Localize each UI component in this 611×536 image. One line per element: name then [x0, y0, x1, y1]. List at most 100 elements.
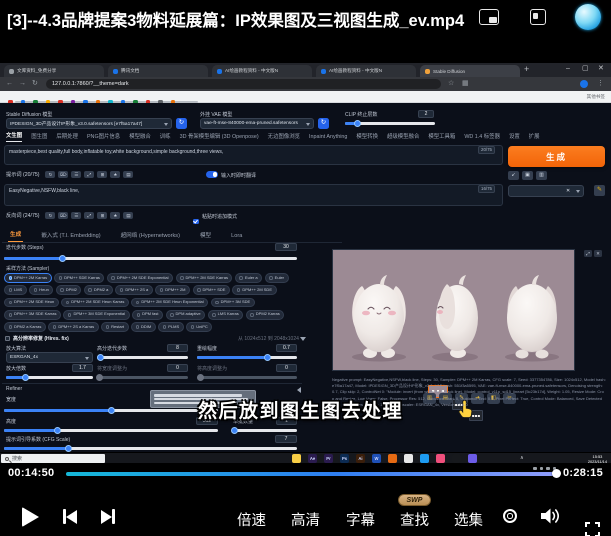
sampler-option[interactable]: DPM adaptive: [166, 310, 206, 320]
nav-tab[interactable]: 训练: [160, 132, 171, 142]
generation-tab[interactable]: 超网络 (Hypernetworks): [119, 228, 182, 242]
speed-button[interactable]: 倍速: [237, 509, 266, 530]
miniplayer-icon[interactable]: [530, 9, 546, 25]
sampler-option[interactable]: PLMS: [158, 322, 183, 332]
denoise-slider[interactable]: [197, 356, 297, 359]
cfg-value[interactable]: 7: [275, 435, 297, 443]
generate-mini-icon[interactable]: ▥: [536, 171, 547, 180]
sampler-option[interactable]: DPM++ 3M SDE: [211, 298, 255, 308]
browser-tab[interactable]: AI绘画教程资料 - 中文版N: [316, 65, 416, 77]
preview-corner-icon[interactable]: ⤢: [584, 250, 592, 257]
vae-dropdown[interactable]: vae-ft-mse-840000-ema-pruned.safetensors: [200, 118, 314, 129]
previous-episode-button[interactable]: [63, 509, 77, 524]
loop-icon[interactable]: [503, 509, 517, 523]
refiner-collapse-icon[interactable]: [297, 387, 301, 393]
sampler-option[interactable]: Euler a: [235, 273, 262, 283]
clip-skip-slider[interactable]: [345, 122, 435, 125]
negative-tool-icon[interactable]: ★: [110, 212, 120, 220]
prompt-tool-icon[interactable]: ⌦: [58, 171, 68, 179]
upscale-by-slider[interactable]: [6, 376, 93, 379]
taskbar-app-icon[interactable]: [468, 454, 477, 463]
forward-icon[interactable]: →: [19, 78, 26, 90]
generation-tab[interactable]: 嵌入式 (T.I. Embedding): [39, 228, 102, 242]
steps-slider[interactable]: [4, 257, 297, 260]
generation-tab[interactable]: Lora: [229, 230, 244, 242]
prompt-tool-icon[interactable]: ☰: [71, 171, 81, 179]
nav-tab[interactable]: PNG图片信息: [87, 132, 120, 142]
width-slider[interactable]: [4, 409, 218, 412]
styles-dropdown[interactable]: ✕: [508, 185, 584, 197]
nav-tab[interactable]: 图生图: [31, 132, 47, 142]
bookmark-star-icon[interactable]: ☆: [448, 78, 454, 90]
sampler-option[interactable]: LMS: [4, 285, 27, 295]
sampler-option[interactable]: DPM++ 3M SDE Exponential: [63, 310, 129, 320]
hires-checkbox[interactable]: [5, 336, 10, 341]
taskbar-app-icon[interactable]: [292, 454, 301, 463]
resize-height-value[interactable]: 0: [276, 364, 297, 372]
denoise-value[interactable]: 0.7: [276, 344, 297, 352]
resize-height-slider[interactable]: [197, 376, 297, 379]
nav-tab[interactable]: 后期处理: [56, 132, 78, 142]
profile-icon[interactable]: [580, 80, 588, 88]
generated-image[interactable]: [332, 249, 575, 371]
prompt-tool-icon[interactable]: ⊞: [97, 171, 107, 179]
nav-tab[interactable]: 超级模型融合: [387, 132, 419, 142]
nav-tab[interactable]: 模型融合: [129, 132, 151, 142]
maximize-icon[interactable]: ▢: [582, 65, 589, 73]
cfg-slider[interactable]: [4, 447, 297, 450]
taskbar-app-icon[interactable]: [452, 454, 461, 463]
sampler-option[interactable]: DDIM: [131, 322, 156, 332]
prompt-tool-icon[interactable]: ▤: [123, 171, 133, 179]
negative-tool-icon[interactable]: ☰: [71, 212, 81, 220]
taskbar-app-icon[interactable]: W: [372, 454, 381, 463]
sampler-option[interactable]: Restart: [101, 322, 128, 332]
new-tab-button[interactable]: +: [524, 65, 529, 74]
browser-tab[interactable]: 腾讯文档: [108, 65, 208, 77]
resize-width-value[interactable]: 0: [167, 364, 188, 372]
generate-mini-icon[interactable]: ↙: [508, 171, 519, 180]
taskbar-app-icon[interactable]: [420, 454, 429, 463]
sampler-option[interactable]: DPM++ 2M SDE Heun Exponential: [131, 298, 208, 308]
sampler-option[interactable]: DPM++ SDE: [193, 285, 230, 295]
hires-collapse-icon[interactable]: [300, 337, 306, 341]
taskbar-app-icon[interactable]: [436, 454, 445, 463]
sampler-option[interactable]: DPM++ 2M SDE: [232, 285, 276, 295]
sampler-option[interactable]: UniPC: [186, 322, 212, 332]
sampler-option[interactable]: DPM++ 2S a: [115, 285, 152, 295]
negative-prompt-textarea[interactable]: EasyNegative,NSFW,black line,: [4, 184, 503, 206]
taskbar-search[interactable]: 搜索: [1, 454, 105, 463]
taskbar-app-icon[interactable]: Ps: [340, 454, 349, 463]
sampler-option[interactable]: DPM2 a Karras: [4, 322, 46, 332]
generation-tab[interactable]: 生成: [8, 227, 23, 242]
browser-tab[interactable]: Stable Diffusion: [420, 65, 520, 77]
fullscreen-icon[interactable]: [585, 522, 600, 536]
extensions-icon[interactable]: ▦: [462, 78, 469, 90]
taskbar-clock[interactable]: 15:53 2023/11/14: [588, 454, 607, 465]
batch-size-slider[interactable]: [233, 429, 297, 432]
back-icon[interactable]: ←: [6, 78, 13, 90]
refresh-icon[interactable]: ↻: [32, 78, 38, 90]
sampler-option[interactable]: Euler: [265, 273, 289, 283]
episodes-button[interactable]: 选集: [454, 509, 483, 530]
upscale-by-value[interactable]: 1.7: [72, 364, 93, 372]
nav-tab[interactable]: Inpaint Anything: [309, 134, 347, 142]
sampler-option[interactable]: DPM++ 2M SDE Heun: [4, 298, 59, 308]
generation-tab[interactable]: 模型: [198, 228, 213, 242]
nav-tab[interactable]: 无边图像浏览: [268, 132, 300, 142]
clear-icon[interactable]: ✕: [566, 189, 570, 194]
nav-tab[interactable]: 设置: [509, 132, 520, 142]
nav-tab[interactable]: 模型转换: [356, 132, 378, 142]
negative-tool-icon[interactable]: ▤: [123, 212, 133, 220]
sampler-option[interactable]: DPM++ 2S a Karras: [48, 322, 98, 332]
nav-tab[interactable]: 模型工具箱: [428, 132, 455, 142]
generate-button[interactable]: 生成: [508, 146, 605, 167]
negative-tool-icon[interactable]: ⊞: [97, 212, 107, 220]
address-bar[interactable]: 127.0.0.1:7860/?__theme=dark: [46, 79, 441, 89]
taskbar-app-icon[interactable]: Ae: [308, 454, 317, 463]
taskbar-app-icon[interactable]: Pr: [324, 454, 333, 463]
progress-bar[interactable]: [66, 472, 556, 476]
close-icon[interactable]: ✕: [598, 65, 604, 73]
video-frame[interactable]: 文库资料_免费分享腾讯文档AI绘画教程资料 - 中文版NAI绘画教程资料 - 中…: [0, 63, 611, 463]
pip-icon[interactable]: [479, 9, 499, 25]
preview-corner-icon[interactable]: ✕: [594, 250, 602, 257]
